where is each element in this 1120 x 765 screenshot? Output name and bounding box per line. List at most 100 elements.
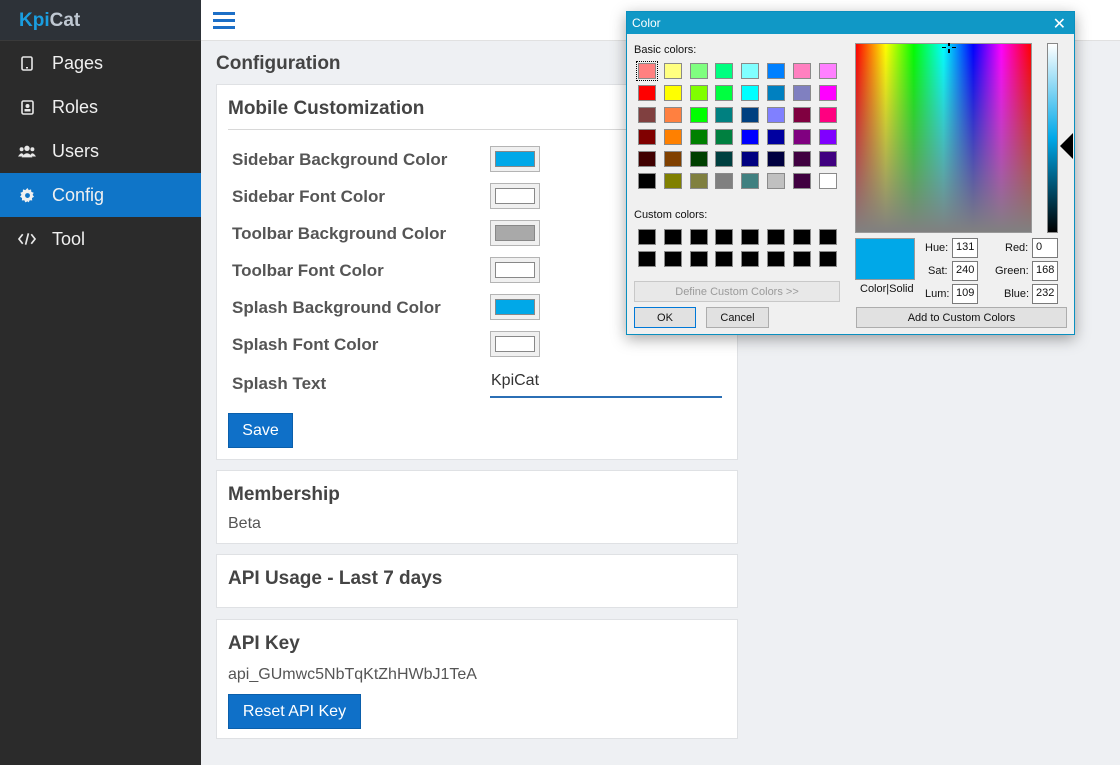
- basic-color-swatch[interactable]: [767, 63, 785, 79]
- basic-color-swatch[interactable]: [638, 173, 656, 189]
- sidebar: KpiCat Pages Roles Users Config Tool: [0, 0, 201, 765]
- lum-field[interactable]: 109: [952, 284, 978, 304]
- custom-color-swatch[interactable]: [792, 251, 811, 267]
- basic-color-swatch[interactable]: [767, 173, 785, 189]
- basic-color-swatch[interactable]: [663, 129, 682, 145]
- api-usage-card: API Usage - Last 7 days: [216, 554, 738, 608]
- basic-color-swatch[interactable]: [792, 129, 811, 145]
- basic-color-swatch[interactable]: [792, 85, 811, 101]
- custom-color-swatch[interactable]: [818, 229, 837, 245]
- basic-color-swatch[interactable]: [689, 129, 708, 145]
- close-icon[interactable]: ✕: [1053, 14, 1066, 34]
- luminance-arrow-icon[interactable]: [1060, 133, 1073, 159]
- basic-color-swatch[interactable]: [818, 107, 837, 123]
- basic-color-swatch[interactable]: [689, 107, 708, 123]
- basic-color-swatch[interactable]: [689, 63, 708, 79]
- sidebar-item-roles[interactable]: Roles: [0, 85, 201, 129]
- brand-logo[interactable]: KpiCat: [0, 0, 201, 41]
- crosshair-icon[interactable]: [942, 43, 956, 53]
- luminance-slider[interactable]: [1047, 43, 1058, 233]
- color-dialog: Color ✕ Basic colors: Custom colors: Def…: [626, 11, 1075, 335]
- basic-color-swatch[interactable]: [689, 151, 708, 167]
- blue-field[interactable]: 232: [1032, 284, 1058, 304]
- splash-bg-color-picker[interactable]: [490, 294, 540, 320]
- basic-color-swatch[interactable]: [638, 129, 656, 145]
- custom-color-swatch[interactable]: [715, 229, 734, 245]
- green-field[interactable]: 168: [1032, 261, 1058, 281]
- save-button[interactable]: Save: [228, 413, 293, 448]
- basic-color-swatch[interactable]: [663, 63, 682, 79]
- basic-color-swatch[interactable]: [792, 173, 811, 189]
- add-to-custom-colors-button[interactable]: Add to Custom Colors: [856, 307, 1067, 328]
- custom-color-swatch[interactable]: [663, 229, 682, 245]
- basic-color-swatch[interactable]: [715, 63, 734, 79]
- basic-color-swatch[interactable]: [663, 107, 682, 123]
- cancel-button[interactable]: Cancel: [706, 307, 769, 328]
- toolbar-font-color-picker[interactable]: [490, 257, 540, 283]
- custom-color-swatch[interactable]: [792, 229, 811, 245]
- basic-color-swatch[interactable]: [767, 151, 785, 167]
- basic-color-swatch[interactable]: [663, 151, 682, 167]
- sidebar-item-tool[interactable]: Tool: [0, 217, 201, 261]
- splash-font-color-label: Splash Font Color: [232, 335, 379, 354]
- custom-color-swatch[interactable]: [767, 251, 785, 267]
- color-spectrum[interactable]: [855, 43, 1032, 233]
- basic-color-swatch[interactable]: [792, 63, 811, 79]
- custom-color-swatch[interactable]: [818, 251, 837, 267]
- sidebar-item-config[interactable]: Config: [0, 173, 201, 217]
- ok-button[interactable]: OK: [634, 307, 696, 328]
- basic-color-swatch[interactable]: [715, 173, 734, 189]
- basic-color-swatch[interactable]: [715, 107, 734, 123]
- reset-api-key-button[interactable]: Reset API Key: [228, 694, 361, 729]
- basic-color-swatch[interactable]: [818, 173, 837, 189]
- basic-color-swatch[interactable]: [818, 85, 837, 101]
- basic-color-swatch[interactable]: [767, 129, 785, 145]
- basic-color-swatch[interactable]: [638, 107, 656, 123]
- basic-color-swatch[interactable]: [663, 85, 682, 101]
- basic-color-swatch[interactable]: [638, 151, 656, 167]
- basic-color-swatch[interactable]: [741, 107, 760, 123]
- basic-color-swatch[interactable]: [741, 173, 760, 189]
- splash-font-color-picker[interactable]: [490, 331, 540, 357]
- custom-color-swatch[interactable]: [638, 229, 656, 245]
- dialog-titlebar[interactable]: Color ✕: [627, 12, 1074, 34]
- basic-color-swatch[interactable]: [741, 63, 760, 79]
- sidebar-font-color-picker[interactable]: [490, 183, 540, 209]
- basic-color-swatch[interactable]: [715, 85, 734, 101]
- basic-color-swatch[interactable]: [818, 129, 837, 145]
- splash-text-input[interactable]: [490, 366, 722, 398]
- sidebar-bg-color-picker[interactable]: [490, 146, 540, 172]
- sidebar-item-users[interactable]: Users: [0, 129, 201, 173]
- hamburger-menu-icon[interactable]: [213, 12, 235, 29]
- sidebar-item-label: Tool: [52, 228, 86, 249]
- toolbar-bg-color-picker[interactable]: [490, 220, 540, 246]
- basic-color-swatch[interactable]: [636, 61, 658, 81]
- basic-color-swatch[interactable]: [818, 151, 837, 167]
- basic-color-swatch[interactable]: [818, 63, 837, 79]
- sidebar-item-pages[interactable]: Pages: [0, 41, 201, 85]
- custom-color-swatch[interactable]: [663, 251, 682, 267]
- custom-color-swatch[interactable]: [741, 229, 760, 245]
- custom-color-swatch[interactable]: [638, 251, 656, 267]
- basic-color-swatch[interactable]: [767, 107, 785, 123]
- basic-color-swatch[interactable]: [741, 85, 760, 101]
- custom-color-swatch[interactable]: [741, 251, 760, 267]
- basic-color-swatch[interactable]: [689, 85, 708, 101]
- basic-color-swatch[interactable]: [792, 107, 811, 123]
- basic-color-swatch[interactable]: [767, 85, 785, 101]
- basic-color-swatch[interactable]: [792, 151, 811, 167]
- basic-color-swatch[interactable]: [663, 173, 682, 189]
- red-field[interactable]: 0: [1032, 238, 1058, 258]
- basic-color-swatch[interactable]: [638, 85, 656, 101]
- basic-color-swatch[interactable]: [741, 151, 760, 167]
- custom-color-swatch[interactable]: [715, 251, 734, 267]
- hue-field[interactable]: 131: [952, 238, 978, 258]
- sat-field[interactable]: 240: [952, 261, 978, 281]
- custom-color-swatch[interactable]: [689, 229, 708, 245]
- custom-color-swatch[interactable]: [767, 229, 785, 245]
- basic-color-swatch[interactable]: [715, 151, 734, 167]
- basic-color-swatch[interactable]: [741, 129, 760, 145]
- custom-color-swatch[interactable]: [689, 251, 708, 267]
- basic-color-swatch[interactable]: [715, 129, 734, 145]
- basic-color-swatch[interactable]: [689, 173, 708, 189]
